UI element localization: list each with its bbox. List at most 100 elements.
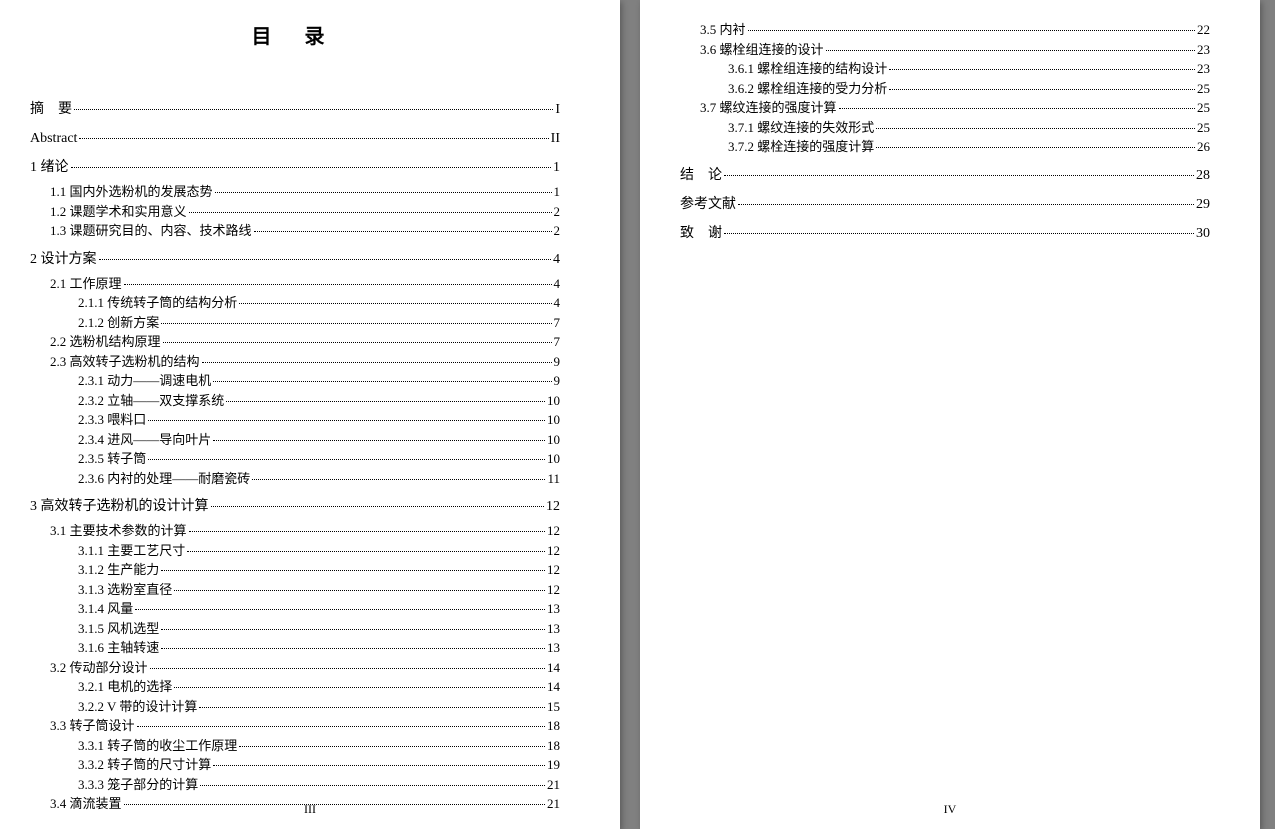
toc-entry: 摘 要I <box>30 99 560 120</box>
toc-entry: 1 绪论1 <box>30 157 560 178</box>
toc-entry-text: 3.3 转子筒设计 <box>50 716 135 736</box>
toc-entry: 2.3.6 内衬的处理——耐磨瓷砖 11 <box>78 469 560 489</box>
toc-entry: 3.1 主要技术参数的计算12 <box>50 521 560 541</box>
toc-entry-page: 15 <box>547 697 560 717</box>
toc-entry-text: 3.1.6 主轴转速 <box>78 638 159 658</box>
toc-entry-text: 结 论 <box>680 165 722 186</box>
toc-entry-page: 10 <box>547 410 560 430</box>
toc-entry-page: 7 <box>554 332 561 352</box>
toc-entry-text: 3.7.1 螺纹连接的失效形式 <box>728 118 874 138</box>
toc-leader-dots <box>826 50 1195 51</box>
toc-leader-dots <box>199 707 545 708</box>
toc-entry-page: 11 <box>547 469 560 489</box>
toc-entry: 3.7.2 螺栓连接的强度计算26 <box>728 137 1210 157</box>
toc-entry-page: 18 <box>547 736 560 756</box>
toc-leader-dots <box>71 167 552 168</box>
toc-entry-text: 3.6.1 螺栓组连接的结构设计 <box>728 59 887 79</box>
toc-entry-page: 2 <box>554 202 561 222</box>
toc-leader-dots <box>161 323 551 324</box>
toc-entry: 3.5 内衬 22 <box>700 20 1210 40</box>
toc-entry-page: 10 <box>547 449 560 469</box>
toc-leader-dots <box>161 570 545 571</box>
toc-entry-page: 25 <box>1197 118 1210 138</box>
toc-leader-dots <box>839 108 1195 109</box>
toc-entry: 3.1.3 选粉室直径12 <box>78 580 560 600</box>
toc-entry: 3.1.1 主要工艺尺寸 12 <box>78 541 560 561</box>
toc-entry-text: 1.2 课题学术和实用意义 <box>50 202 187 222</box>
toc-entry-text: 致 谢 <box>680 223 722 244</box>
toc-entry-page: 25 <box>1197 98 1210 118</box>
toc-entry-page: 13 <box>547 619 560 639</box>
toc-entry: 致 谢30 <box>680 223 1210 244</box>
toc-entry-text: 3.3.3 笼子部分的计算 <box>78 775 198 795</box>
toc-entry-page: 2 <box>554 221 561 241</box>
toc-entry: 1.3 课题研究目的、内容、技术路线2 <box>50 221 560 241</box>
toc-entry: 2 设计方案4 <box>30 249 560 270</box>
toc-entry: 2.3.5 转子筒10 <box>78 449 560 469</box>
toc-entry-page: 7 <box>554 313 561 333</box>
toc-entry-text: 1.1 国内外选粉机的发展态势 <box>50 182 213 202</box>
toc-leader-dots <box>137 726 545 727</box>
toc-leader-dots <box>724 233 1194 234</box>
toc-entry-text: 3.1.1 主要工艺尺寸 <box>78 541 185 561</box>
toc-leader-dots <box>239 303 551 304</box>
toc-entry-page: 10 <box>547 391 560 411</box>
toc-entry: 2.2 选粉机结构原理7 <box>50 332 560 352</box>
toc-entry: 3 高效转子选粉机的设计计算 12 <box>30 496 560 517</box>
toc-leader-dots <box>174 687 545 688</box>
toc-leader-dots <box>150 668 545 669</box>
toc-leader-dots <box>724 175 1194 176</box>
toc-leader-dots <box>213 381 551 382</box>
toc-leader-dots <box>876 147 1195 148</box>
toc-leader-dots <box>79 138 548 139</box>
toc-entry: 3.1.4 风量13 <box>78 599 560 619</box>
toc-entry-text: 3.2.2 V 带的设计计算 <box>78 697 197 717</box>
toc-entry: 1.2 课题学术和实用意义 2 <box>50 202 560 222</box>
toc-entry-text: 3.5 内衬 <box>700 20 746 40</box>
toc-leader-dots <box>215 192 552 193</box>
toc-entry-text: 2.3.6 内衬的处理——耐磨瓷砖 <box>78 469 250 489</box>
toc-entry-text: 2.3.4 进风——导向叶片 <box>78 430 211 450</box>
toc-entry: 2.3.1 动力——调速电机9 <box>78 371 560 391</box>
toc-entry-page: 12 <box>547 541 560 561</box>
toc-entry-page: 18 <box>547 716 560 736</box>
toc-entry-page: 29 <box>1196 194 1210 215</box>
toc-entry-text: 2.3.1 动力——调速电机 <box>78 371 211 391</box>
toc-leader-dots <box>135 609 545 610</box>
toc-entry: 3.3.1 转子筒的收尘工作原理18 <box>78 736 560 756</box>
toc-entry: 3.1.5 风机选型13 <box>78 619 560 639</box>
toc-leader-dots <box>174 590 545 591</box>
toc-entry-text: 2.3.3 喂料口 <box>78 410 146 430</box>
toc-entry-page: 22 <box>1197 20 1210 40</box>
toc-entry-page: 19 <box>547 755 560 775</box>
toc-entry-text: 3.1.4 风量 <box>78 599 133 619</box>
toc-leader-dots <box>189 531 545 532</box>
toc-entry-page: 28 <box>1196 165 1210 186</box>
toc-entry: 1.1 国内外选粉机的发展态势1 <box>50 182 560 202</box>
toc-entry: 2.1.2 创新方案 7 <box>78 313 560 333</box>
page-right: 3.5 内衬223.6 螺栓组连接的设计233.6.1 螺栓组连接的结构设计23… <box>640 0 1260 829</box>
toc-leader-dots <box>748 30 1195 31</box>
toc-entry-text: 参考文献 <box>680 194 736 215</box>
toc-entry: 2.1.1 传统转子筒的结构分析4 <box>78 293 560 313</box>
toc-entry: 结 论 28 <box>680 165 1210 186</box>
toc-leader-dots <box>163 342 552 343</box>
toc-entry-page: 4 <box>554 293 561 313</box>
toc-leader-dots <box>876 128 1195 129</box>
toc-entry-text: 2 设计方案 <box>30 249 97 270</box>
toc-leader-dots <box>200 785 545 786</box>
toc-entry: 3.3 转子筒设计 18 <box>50 716 560 736</box>
page-number-right: IV <box>640 802 1260 817</box>
toc-entry-text: 2.1.2 创新方案 <box>78 313 159 333</box>
toc-entry-page: II <box>551 128 560 149</box>
toc-entry-text: 3.2 传动部分设计 <box>50 658 148 678</box>
toc-leader-dots <box>148 420 545 421</box>
toc-entry: 3.7.1 螺纹连接的失效形式 25 <box>728 118 1210 138</box>
toc-entry-page: 12 <box>546 496 560 517</box>
toc-entry-text: 3.3.2 转子筒的尺寸计算 <box>78 755 211 775</box>
toc-entry-page: 4 <box>554 274 561 294</box>
toc-list-right: 3.5 内衬223.6 螺栓组连接的设计233.6.1 螺栓组连接的结构设计23… <box>680 20 1210 244</box>
toc-entry: 2.3.4 进风——导向叶片10 <box>78 430 560 450</box>
toc-entry-text: 3.1.3 选粉室直径 <box>78 580 172 600</box>
toc-entry-text: 3 高效转子选粉机的设计计算 <box>30 496 209 517</box>
